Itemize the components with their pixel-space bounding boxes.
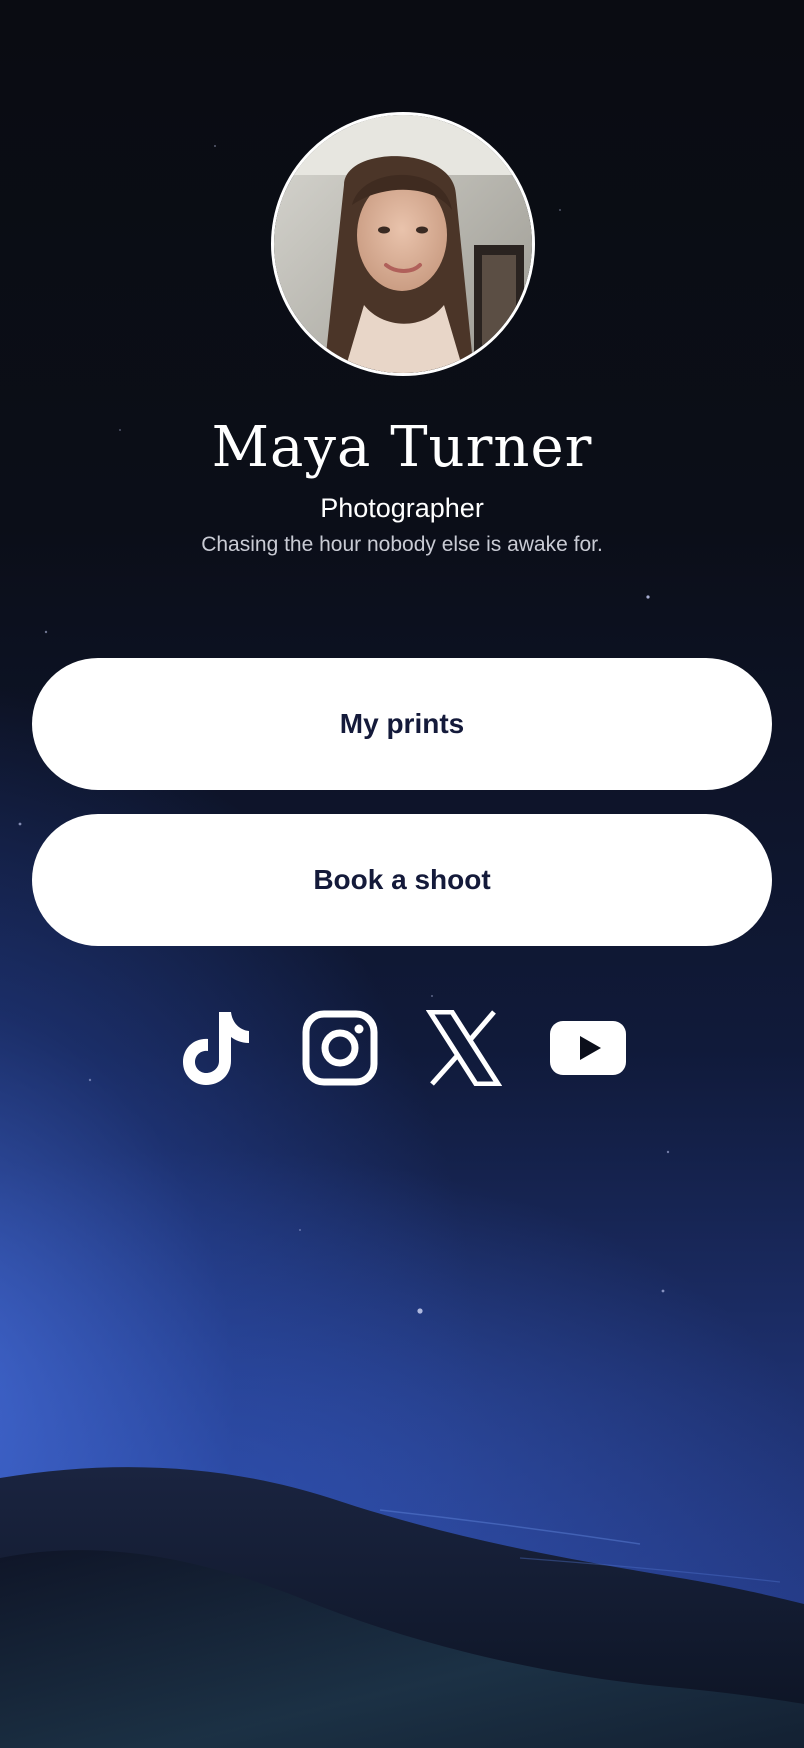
my-prints-label: My prints (339, 708, 465, 739)
tiktok-link[interactable] (176, 1008, 256, 1088)
social-links (0, 1008, 804, 1088)
instagram-icon (302, 1010, 378, 1086)
x-icon (426, 1010, 502, 1086)
avatar-photo (274, 115, 532, 373)
x-link[interactable] (424, 1008, 504, 1088)
book-a-shoot-label: Book a shoot (313, 864, 491, 895)
landscape-hills (0, 1467, 804, 1748)
profile-role: Photographer (320, 493, 484, 523)
my-prints-button[interactable]: My prints (32, 658, 772, 790)
tiktok-icon (183, 1012, 249, 1085)
profile-avatar (271, 112, 535, 376)
profile-bio: Chasing the hour nobody else is awake fo… (201, 533, 603, 556)
book-a-shoot-button[interactable]: Book a shoot (32, 814, 772, 946)
youtube-link[interactable] (548, 1008, 628, 1088)
instagram-link[interactable] (300, 1008, 380, 1088)
profile-page: Maya Turner Photographer Chasing the hou… (0, 0, 804, 1748)
profile-name: Maya Turner (211, 415, 593, 480)
youtube-icon (550, 1021, 626, 1075)
